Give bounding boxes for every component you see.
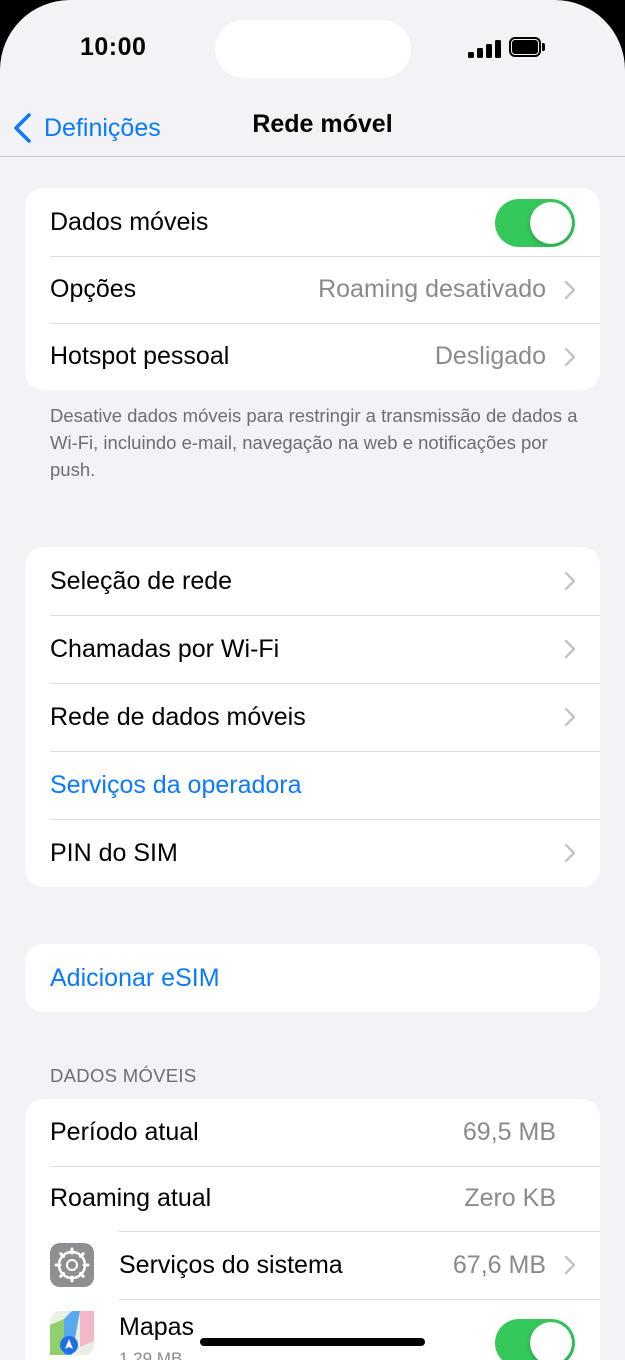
chevron-right-icon [564,843,576,863]
add-esim-link[interactable]: Adicionar eSIM [50,964,220,993]
chevron-right-icon [564,707,576,727]
hotspot-value: Desligado [434,342,546,370]
current-roaming-row: Roaming atual Zero KB [25,1166,600,1231]
battery-icon [509,37,545,57]
chevron-right-icon [564,347,576,367]
cellular-data-label: Dados móveis [50,207,209,236]
carrier-services-link[interactable]: Serviços da operadora [50,771,302,800]
network-selection-row[interactable]: Seleção de rede [25,547,600,615]
add-esim-row[interactable]: Adicionar eSIM [25,944,600,1012]
usage-section-header: DADOS MÓVEIS [50,1065,197,1086]
system-services-row[interactable]: Serviços do sistema 67,6 MB [25,1231,600,1299]
options-label: Opções [50,275,137,303]
hotspot-label: Hotspot pessoal [50,342,230,370]
maps-label: Mapas [119,1313,195,1341]
cellular-data-footnote: Desative dados móveis para restringir a … [50,405,578,480]
cellular-data-toggle[interactable] [495,199,575,247]
navigation-bar: Definições Rede móvel [0,100,625,157]
dynamic-island [215,20,411,78]
maps-row: Mapas 1,29 MB [25,1299,600,1360]
page-title: Rede móvel [252,110,393,138]
carrier-services-row[interactable]: Serviços da operadora [25,751,600,819]
maps-icon [50,1311,94,1355]
wifi-calling-row[interactable]: Chamadas por Wi-Fi [25,615,600,683]
chevron-right-icon [564,639,576,659]
options-row[interactable]: Opções Roaming desativado [25,256,600,323]
network-group: Seleção de rede Chamadas por Wi-Fi Rede … [25,547,600,887]
chevron-right-icon [564,280,576,300]
current-period-label: Período atual [50,1118,199,1146]
status-time: 10:00 [80,33,147,61]
maps-usage: 1,29 MB [119,1349,183,1360]
system-services-label: Serviços do sistema [119,1250,343,1279]
home-indicator [200,1338,425,1346]
cellular-data-network-row[interactable]: Rede de dados móveis [25,683,600,751]
cellular-main-group: Dados móveis Opções Roaming desativado H… [25,188,600,390]
cellular-data-network-label: Rede de dados móveis [50,702,306,731]
sim-pin-label: PIN do SIM [50,838,178,867]
usage-group: Período atual 69,5 MB Roaming atual Zero… [25,1099,600,1360]
current-period-row: Período atual 69,5 MB [25,1099,600,1166]
wifi-calling-label: Chamadas por Wi-Fi [50,634,280,663]
current-period-value: 69,5 MB [462,1118,556,1146]
gear-icon [50,1243,94,1287]
network-selection-label: Seleção de rede [50,566,233,595]
signal-icon [468,38,502,58]
esim-group: Adicionar eSIM [25,944,600,1012]
current-roaming-value: Zero KB [464,1184,556,1212]
sim-pin-row[interactable]: PIN do SIM [25,819,600,887]
options-value: Roaming desativado [318,275,546,303]
chevron-right-icon [564,571,576,591]
cellular-data-row: Dados móveis [25,188,600,256]
status-bar: 10:00 [0,0,625,100]
personal-hotspot-row[interactable]: Hotspot pessoal Desligado [25,323,600,390]
screen: 10:00 Definições Rede móvel Dados móveis… [0,0,625,1360]
current-roaming-label: Roaming atual [50,1184,212,1212]
maps-toggle[interactable] [495,1319,575,1360]
chevron-right-icon [564,1255,576,1275]
system-services-value: 67,6 MB [452,1250,546,1279]
